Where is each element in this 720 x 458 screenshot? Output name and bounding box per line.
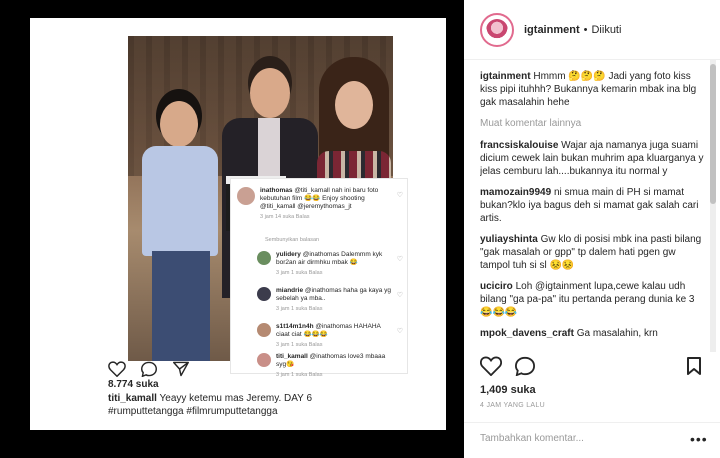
hide-replies-link: Sembunyikan balasan <box>265 237 320 243</box>
load-more-comments-link[interactable]: Muat komentar lainnya <box>480 117 706 130</box>
post-sidebar: igtainment • Diikuti igtainment Hmmm 🤔🤔🤔… <box>464 0 720 458</box>
comment-user[interactable]: mpok_davens_craft <box>480 328 574 339</box>
avatar <box>257 353 271 367</box>
comment-user: yulidery <box>276 251 301 258</box>
follow-status-button[interactable]: Diikuti <box>591 24 621 36</box>
share-icon <box>173 361 189 377</box>
comment-list: igtainment Hmmm 🤔🤔🤔 Jadi yang foto kiss … <box>480 70 706 344</box>
avatar[interactable] <box>480 12 514 47</box>
comment-icon[interactable] <box>514 356 536 376</box>
caption-text: Yeayy ketemu mas Jeremy. DAY 6 <box>159 393 313 404</box>
comment-user: inathomas <box>260 187 293 194</box>
heart-icon: ♡ <box>396 292 403 299</box>
avatar <box>257 323 271 337</box>
more-options-icon[interactable]: ••• <box>690 431 708 447</box>
post-action-icons <box>108 361 190 377</box>
comment-user[interactable]: mamozain9949 <box>480 187 551 198</box>
comment-icon <box>140 361 158 377</box>
screenshot-main-comment: inathomas @titi_kamall nah ini baru foto… <box>237 187 390 220</box>
comment-item: uciciro Loh @igtainment lupa,cewe kalau … <box>480 280 706 319</box>
post-caption: titi_kamall Yeayy ketemu mas Jeremy. DAY… <box>108 392 418 418</box>
comment-item: yuliayshinta Gw klo di posisi mbk ina pa… <box>480 233 706 272</box>
post-header: igtainment • Diikuti <box>464 0 720 60</box>
comment-user[interactable]: francsiskalouise <box>480 140 558 151</box>
comment-user[interactable]: uciciro <box>480 281 513 292</box>
comment-meta: 3 jam 1 suka Balas <box>276 306 323 312</box>
comment-text: Ga masalahin, krn <box>576 328 658 339</box>
likes-count[interactable]: 1,409 suka <box>480 384 536 396</box>
post-timestamp: 4 JAM YANG LALU <box>480 402 545 409</box>
comment-user: miandrie <box>276 287 304 294</box>
heart-icon <box>108 361 126 377</box>
comment-user: s1t14m1n4h <box>276 323 314 330</box>
comment-user[interactable]: igtainment <box>480 71 531 82</box>
screenshot-reply: s1t14m1n4h @inathomas HAHAHA ciaat ciat … <box>257 323 394 348</box>
screenshot-reply: titi_kamall @inathomas love3 mbaaa syg😘 … <box>257 353 394 378</box>
screenshot-reply: miandrie @inathomas haha ga kaya yg sebe… <box>257 287 394 312</box>
comment-user: titi_kamall <box>276 353 308 360</box>
header-separator: • <box>583 23 588 36</box>
comment-user[interactable]: yuliayshinta <box>480 234 538 245</box>
heart-icon: ♡ <box>396 256 403 263</box>
add-comment-input[interactable] <box>480 433 680 444</box>
caption-user: titi_kamall <box>108 393 157 404</box>
action-bar <box>480 356 706 376</box>
comment-item: mamozain9949 ni smua main di PH si mamat… <box>480 186 706 225</box>
screenshot-reply: yulidery @inathomas Dalemmm kyk bor2an a… <box>257 251 394 276</box>
comment-item: igtainment Hmmm 🤔🤔🤔 Jadi yang foto kiss … <box>480 70 706 109</box>
comment-meta: 3 jam 1 suka Balas <box>276 372 323 378</box>
comment-form: ••• <box>464 422 720 458</box>
avatar <box>257 287 271 301</box>
comment-item: francsiskalouise Wajar aja namanya juga … <box>480 139 706 178</box>
avatar <box>237 187 255 205</box>
comments-scrollbar[interactable] <box>710 60 716 352</box>
post-likes: 8.774 suka <box>108 379 159 390</box>
header-username[interactable]: igtainment <box>524 24 580 36</box>
save-bookmark-icon[interactable] <box>686 356 702 381</box>
reposted-post-card: 470 inathomas @titi_kamall nah ini baru … <box>30 18 446 430</box>
comment-meta: 3 jam 1 suka Balas <box>276 342 323 348</box>
comment-meta: 3 jam 14 suka Balas <box>260 214 310 220</box>
caption-hashtags: #rumputtetangga #filmrumputtetangga <box>108 406 278 417</box>
scrollbar-thumb[interactable] <box>710 64 716 204</box>
comments-screenshot: inathomas @titi_kamall nah ini baru foto… <box>230 178 408 378</box>
comment-meta: 3 jam 1 suka Balas <box>276 270 323 276</box>
comment-item: mpok_davens_craft Ga masalahin, krn <box>480 327 706 340</box>
heart-icon: ♡ <box>396 328 403 335</box>
photo-person-left <box>138 91 220 361</box>
avatar <box>257 251 271 265</box>
heart-icon: ♡ <box>396 192 403 199</box>
comment-text: Loh @igtainment lupa,cewe kalau udh bila… <box>480 281 695 318</box>
post-image-area: 470 inathomas @titi_kamall nah ini baru … <box>0 0 464 458</box>
like-heart-icon[interactable] <box>480 356 502 376</box>
